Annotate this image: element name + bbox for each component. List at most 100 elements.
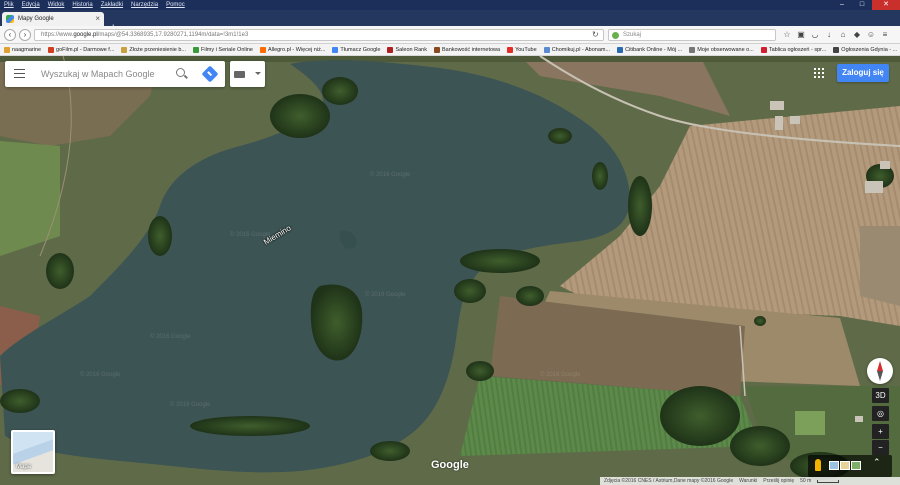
map-watermark: © 2016 Google: [80, 372, 121, 378]
map-watermark: © 2016 Google: [170, 402, 211, 408]
bookmark-item[interactable]: goFilm.pl - Darmowe f...: [48, 46, 114, 53]
my-location-icon[interactable]: ◎: [872, 406, 889, 421]
navigation-bar: ‹ › https://www.google.pl/maps/@54.33689…: [0, 26, 900, 44]
3d-button[interactable]: 3D: [872, 388, 889, 403]
reading-list-icon[interactable]: ▣: [796, 29, 806, 40]
menu-bar: Plik Edycja Widok Historia Zakładki Narz…: [0, 0, 900, 10]
bookmark-item[interactable]: YouTube: [507, 46, 537, 53]
url-path: /maps/@54.3368935,17.9280271,1194m/data=…: [97, 32, 249, 38]
menu-item-file[interactable]: Plik: [4, 2, 14, 8]
tab-close-icon[interactable]: ×: [95, 14, 100, 24]
menu-item-edit[interactable]: Edycja: [22, 2, 40, 8]
zoom-out-button[interactable]: −: [872, 440, 889, 455]
menu-item-view[interactable]: Widok: [48, 2, 65, 8]
window-controls: – □ ✕: [832, 0, 900, 10]
bookmark-label: Ogłoszenia Gdynia - ...: [841, 46, 898, 53]
bookmark-label: Filmy i Seriale Online: [200, 46, 253, 53]
reload-icon[interactable]: ↻: [592, 29, 599, 41]
url-prefix: https://www.: [41, 32, 74, 38]
bookmark-item[interactable]: Ogłoszenia Gdynia - ...: [833, 46, 898, 53]
bookmark-label: Allegro.pl - Więcej niż...: [267, 46, 326, 53]
zoom-in-button[interactable]: +: [872, 424, 889, 439]
bookmark-favicon-icon: [121, 46, 128, 53]
google-logo: Google: [431, 459, 469, 471]
bookmark-label: naagmarine: [12, 46, 42, 53]
bookmark-label: YouTube: [515, 46, 537, 53]
menu-icon[interactable]: ≡: [880, 29, 890, 40]
terms-link[interactable]: Warunki: [739, 478, 757, 484]
bookmark-favicon-icon: [543, 46, 550, 53]
back-icon[interactable]: ‹: [4, 29, 16, 41]
bookmark-favicon-icon: [689, 46, 696, 53]
toolbar-icons: ☆ ▣ ◡ ↓ ⌂ ◆ ☺ ≡: [782, 29, 890, 40]
compass-icon[interactable]: [867, 358, 893, 384]
forward-icon[interactable]: ›: [19, 29, 31, 41]
map-view-toggle[interactable]: Mapa: [11, 430, 55, 474]
bookmark-item[interactable]: Saleon Rank: [387, 46, 427, 53]
map-view-label: Mapa: [16, 464, 32, 470]
map-footer: Zdjęcia ©2016 CNES / Astrium,Dane mapy ©…: [600, 477, 900, 485]
input-tools-button[interactable]: [230, 61, 265, 87]
menu-item-bookmarks[interactable]: Zakładki: [101, 2, 123, 8]
bookmarks-bar: naagmarine goFilm.pl - Darmowe f... Złoże …: [0, 44, 900, 56]
bookmark-label: Bankowość internetowa: [441, 46, 501, 53]
expand-icon[interactable]: ⌃: [873, 457, 881, 468]
chevron-down-icon: [255, 72, 261, 75]
url-domain: google.pl: [73, 32, 98, 38]
bookmark-item[interactable]: Chomikuj.pl - Abonam...: [543, 46, 611, 53]
home-icon[interactable]: ⌂: [838, 29, 848, 40]
bookmark-label: Złoże przeniesienie b...: [129, 46, 186, 53]
satellite-map[interactable]: © 2016 Google © 2016 Google © 2016 Googl…: [0, 56, 900, 485]
maximize-icon[interactable]: □: [852, 0, 872, 10]
maps-favicon-icon: [6, 15, 14, 23]
chat-icon[interactable]: ☺: [866, 29, 876, 40]
feedback-link[interactable]: Prześlij opinię: [763, 478, 794, 484]
map-watermark: © 2016 Google: [150, 334, 191, 340]
bookmark-item[interactable]: Citibank Online - Mój ...: [617, 46, 682, 53]
bookmark-item[interactable]: Tablica ogłoszeń - spr...: [760, 46, 827, 53]
bookmark-favicon-icon: [507, 46, 514, 53]
menu-item-history[interactable]: Historia: [72, 2, 92, 8]
hamburger-menu-icon[interactable]: [14, 69, 25, 78]
bookmark-star-icon[interactable]: ☆: [782, 29, 792, 40]
bookmark-label: Tłumacz Google: [340, 46, 381, 53]
bookmark-label: Tablica ogłoszeń - spr...: [768, 46, 827, 53]
apps-grid-icon[interactable]: [814, 68, 824, 78]
scale-label: 50 m: [800, 478, 812, 484]
bookmark-item[interactable]: Bankowość internetowa: [433, 46, 501, 53]
menu-item-help[interactable]: Pomoc: [166, 2, 185, 8]
imagery-credits: Zdjęcia ©2016 CNES / Astrium,Dane mapy ©…: [604, 478, 734, 484]
search-icon[interactable]: [176, 68, 185, 77]
scale-bar: [817, 479, 840, 483]
bookmark-item[interactable]: Złoże przeniesienie b...: [121, 46, 186, 53]
bookmark-favicon-icon: [833, 46, 840, 53]
bookmark-item[interactable]: Moje obserwowane o...: [689, 46, 754, 53]
bookmark-favicon-icon: [259, 46, 266, 53]
pegman-icon[interactable]: [815, 459, 821, 471]
menu-item-tools[interactable]: Narzędzia: [131, 2, 158, 8]
close-window-icon[interactable]: ✕: [872, 0, 900, 10]
bookmark-item[interactable]: Tłumacz Google: [332, 46, 381, 53]
bookmark-favicon-icon: [387, 46, 394, 53]
tab-title: Mapy Google: [18, 16, 54, 22]
minimize-icon[interactable]: –: [832, 0, 852, 10]
download-icon[interactable]: ↓: [824, 29, 834, 40]
addon-icon[interactable]: ◆: [852, 29, 862, 40]
bookmark-favicon-icon: [332, 46, 339, 53]
tab-google-maps[interactable]: Mapy Google ×: [2, 12, 104, 26]
bookmark-item[interactable]: Allegro.pl - Więcej niż...: [259, 46, 326, 53]
browser-search-input[interactable]: Szukaj: [608, 29, 776, 41]
search-engine-icon: [612, 32, 619, 39]
bookmark-item[interactable]: naagmarine: [4, 46, 42, 53]
bookmark-favicon-icon: [433, 46, 440, 53]
imagery-thumbnails[interactable]: [829, 461, 861, 470]
bookmark-label: Moje obserwowane o...: [697, 46, 754, 53]
bookmark-favicon-icon: [4, 46, 10, 53]
sign-in-button[interactable]: Zaloguj się: [837, 64, 889, 82]
directions-icon[interactable]: [201, 65, 219, 83]
url-bar[interactable]: https://www.google.pl/maps/@54.3368935,1…: [34, 29, 604, 41]
bookmark-label: Chomikuj.pl - Abonam...: [551, 46, 611, 53]
maps-search-input[interactable]: Wyszukaj w Mapach Google: [41, 69, 154, 79]
bookmark-item[interactable]: Filmy i Seriale Online: [192, 46, 253, 53]
pocket-icon[interactable]: ◡: [810, 29, 820, 40]
